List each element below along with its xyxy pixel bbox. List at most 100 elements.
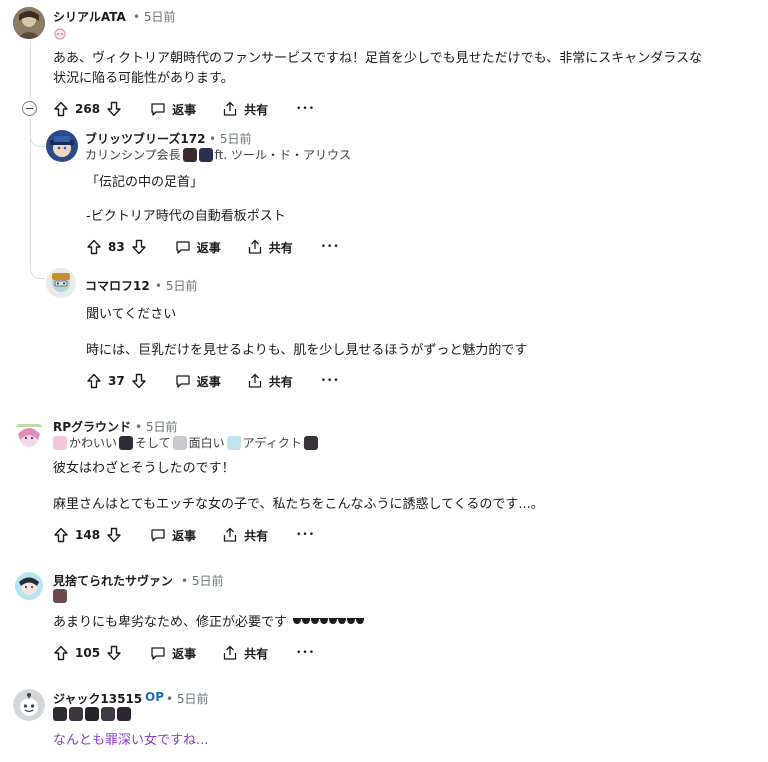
comment-icon — [151, 647, 165, 660]
username[interactable]: 見捨てられたサヴァン — [53, 572, 173, 589]
share-icon — [248, 239, 261, 254]
username[interactable]: シリアルATA — [53, 8, 126, 25]
upvote-button[interactable] — [53, 101, 69, 117]
upvote-icon — [54, 527, 68, 543]
comment-actions: 148 返事 共有 ••• — [53, 523, 315, 547]
thread-elbow — [30, 250, 45, 279]
flair-icon — [53, 25, 67, 40]
comment-text: 状況に陥る可能性があります。 — [53, 71, 234, 86]
vote-count: 83 — [108, 240, 125, 254]
share-button[interactable]: 共有 — [222, 101, 268, 118]
share-icon — [248, 373, 261, 388]
share-icon — [223, 527, 237, 542]
vote-count: 268 — [75, 102, 101, 116]
flair-emoji — [53, 707, 67, 721]
share-button[interactable]: 共有 — [247, 373, 293, 390]
more-icon: ••• — [320, 242, 340, 252]
upvote-button[interactable] — [86, 239, 102, 255]
flair-emoji — [85, 707, 99, 721]
comment-icon — [151, 103, 165, 116]
comment-actions: 268 返事 共有 ••• — [53, 97, 315, 121]
avatar[interactable] — [46, 268, 76, 298]
flair-emoji — [117, 707, 131, 721]
downvote-button[interactable] — [106, 101, 122, 117]
avatar[interactable] — [13, 420, 45, 452]
timestamp[interactable]: • 5日前 — [181, 572, 224, 589]
thread-line — [30, 40, 31, 98]
downvote-button[interactable] — [106, 527, 122, 543]
upvote-icon — [54, 645, 68, 661]
flair-emoji — [69, 707, 83, 721]
timestamp[interactable]: • 5日前 — [155, 277, 198, 294]
timestamp[interactable]: • 5日前 — [166, 690, 209, 707]
downvote-button[interactable] — [131, 373, 147, 389]
comment-icon — [176, 375, 190, 388]
avatar[interactable] — [13, 689, 45, 721]
downvote-icon — [107, 645, 121, 661]
downvote-icon — [107, 527, 121, 543]
share-button[interactable]: 共有 — [222, 645, 268, 662]
username[interactable]: RPグラウンド — [53, 418, 131, 435]
timestamp[interactable]: • 5日前 — [209, 130, 252, 147]
flair-emoji — [198, 147, 213, 162]
upvote-button[interactable] — [53, 645, 69, 661]
more-button[interactable]: ••• — [296, 648, 315, 658]
flair-emoji — [53, 435, 67, 450]
share-icon — [223, 101, 237, 116]
reply-button[interactable]: 返事 — [150, 101, 196, 118]
comment-icon — [176, 241, 190, 254]
user-flair: かわいい そして 面白い アディクト — [53, 434, 318, 451]
flair-emoji — [101, 707, 115, 721]
reply-button[interactable]: 返事 — [150, 645, 196, 662]
share-button[interactable]: 共有 — [222, 527, 268, 544]
upvote-button[interactable] — [86, 373, 102, 389]
comment-text: 麻里さんはとてもエッチな女の子で、私たちをこんなふうに誘惑してくるのです...。 — [53, 497, 544, 512]
comment-text: 聞いてください — [86, 307, 177, 322]
downvote-button[interactable] — [106, 645, 122, 661]
upvote-icon — [87, 239, 101, 255]
share-button[interactable]: 共有 — [247, 239, 293, 256]
username[interactable]: コマロフ12 — [85, 277, 150, 294]
avatar[interactable] — [13, 570, 45, 602]
vote-count: 37 — [108, 374, 125, 388]
avatar[interactable] — [13, 7, 45, 39]
downvote-button[interactable] — [131, 239, 147, 255]
flair-emoji — [53, 589, 67, 603]
upvote-icon — [54, 101, 68, 117]
downvote-icon — [132, 239, 146, 255]
reply-button[interactable]: 返事 — [175, 373, 221, 390]
user-flair: カリンシンプ会長 ft. ツール・ド・アリウス — [85, 147, 352, 162]
more-icon: ••• — [320, 376, 340, 386]
more-button[interactable]: ••• — [296, 104, 315, 114]
reply-button[interactable]: 返事 — [150, 527, 196, 544]
downvote-icon — [132, 373, 146, 389]
more-icon: ••• — [296, 530, 316, 540]
username[interactable]: ジャック13515 — [53, 690, 142, 707]
timestamp[interactable]: • 5日前 — [133, 8, 176, 25]
comment-text: 「伝記の中の足首」 — [86, 175, 204, 190]
timestamp[interactable]: • 5日前 — [135, 418, 178, 435]
upvote-icon — [87, 373, 101, 389]
comment-actions: 37 返事 共有 ••• — [86, 369, 340, 393]
username[interactable]: ブリッツブリーズ172 — [85, 130, 205, 147]
collapse-icon[interactable] — [22, 101, 37, 116]
flair-emoji — [172, 435, 187, 450]
more-button[interactable]: ••• — [321, 376, 340, 386]
op-badge: OP — [145, 690, 164, 704]
sunglasses-emoji — [293, 612, 365, 634]
more-icon: ••• — [296, 104, 316, 114]
vote-count: 105 — [75, 646, 101, 660]
more-button[interactable]: ••• — [296, 530, 315, 540]
flair-emoji — [226, 435, 241, 450]
comment-text: 彼女はわざとそうしたのです！ — [53, 461, 235, 476]
comment-actions: 105 返事 共有 ••• — [53, 641, 315, 665]
more-button[interactable]: ••• — [321, 242, 340, 252]
upvote-button[interactable] — [53, 527, 69, 543]
user-flair — [53, 707, 131, 721]
comment-text: あまりにも卑劣なため、修正が必要です — [53, 612, 365, 634]
comment-icon — [151, 529, 165, 542]
reply-button[interactable]: 返事 — [175, 239, 221, 256]
comment-text: 時には、巨乳だけを見せるよりも、肌を少し見せるほうがずっと魅力的です — [86, 343, 528, 358]
flair-emoji — [303, 435, 318, 450]
avatar[interactable] — [46, 130, 78, 162]
